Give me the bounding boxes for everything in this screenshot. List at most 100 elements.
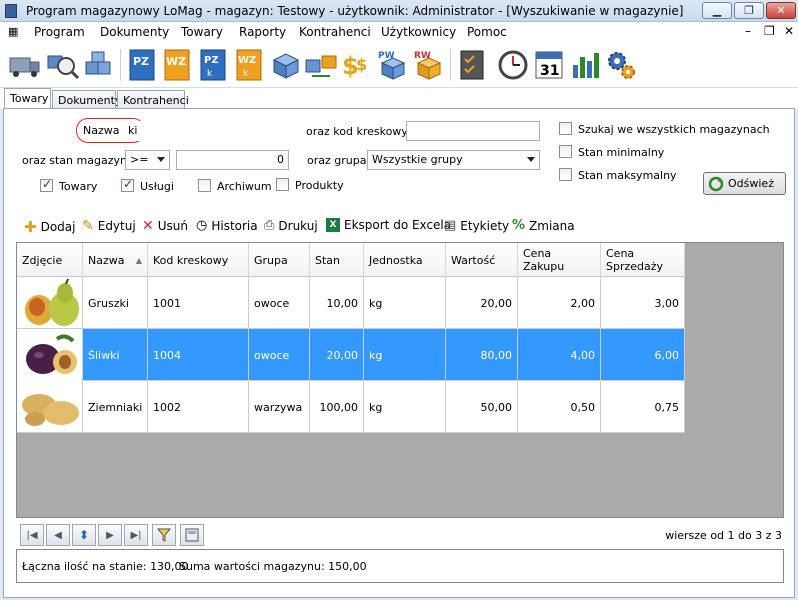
barcode-input[interactable] [406,121,540,141]
column-header-jednostka[interactable]: Jednostka [364,243,446,277]
column-header-stan[interactable]: Stan [310,243,364,277]
tab-towary[interactable]: Towary [4,88,51,109]
column-header-kod[interactable]: Kod kreskowy [148,243,249,277]
wz-label: WZ [166,55,186,68]
wz-document-icon[interactable]: WZ [160,47,194,83]
next-page-button[interactable]: ▶ [98,524,122,546]
cell-unit: kg [364,277,446,329]
chevron-down-icon [157,157,165,162]
menu-dokumenty[interactable]: Dokumenty [100,25,169,39]
column-header-cena-zakupu[interactable]: Cena Zakupu [518,243,601,277]
mdi-close-icon[interactable]: ✕ [784,24,794,38]
checkbox-all-warehouses-label: Szukaj we wszystkich magazynach [578,123,770,136]
column-header-wartosc[interactable]: Wartość [446,243,518,277]
checkbox-all-warehouses[interactable] [559,122,572,135]
app-icon [5,4,17,18]
checkbox-archiwum[interactable] [198,179,211,192]
menu-towary[interactable]: Towary [181,25,223,39]
boxes-icon[interactable] [82,47,116,83]
mdi-minimize-icon[interactable]: – [745,24,751,38]
checkbox-towary[interactable] [40,177,53,192]
bar-chart-icon[interactable] [568,47,602,83]
column-header-cena-sprzedazy[interactable]: Cena Sprzedaży [601,243,685,277]
edit-button[interactable]: ✎ Edytuj [82,218,136,234]
menu-pomoc[interactable]: Pomoc [467,25,507,39]
stock-operator-select[interactable]: >= [125,150,170,170]
calendar-icon[interactable]: 31 [532,47,566,83]
clock-icon[interactable] [496,47,530,83]
export-excel-button[interactable]: X Eksport do Excela [326,218,451,232]
labels-button[interactable]: ▤ Etykiety [444,218,509,233]
pw-document-icon[interactable]: PW [376,47,410,83]
table-row-selected[interactable]: Śliwki 1004 owoce 20,00 kg 80,00 4,00 6,… [17,329,685,381]
print-button[interactable]: ⎙ Drukuj [264,218,318,233]
column-header-nazwa-label: Nazwa [88,253,125,267]
checkbox-towary-label: Towary [59,180,98,193]
mdi-app-icon[interactable]: ▦ [8,25,22,39]
menu-raporty[interactable]: Raporty [239,25,286,39]
first-page-button[interactable]: |◀ [20,524,44,546]
checkbox-produkty[interactable] [276,178,289,191]
refresh-button[interactable]: Odśwież [703,172,786,195]
tab-dokumenty[interactable]: Dokumenty [52,90,121,109]
table-row[interactable]: Gruszki 1001 owoce 10,00 kg 20,00 2,00 3… [17,277,685,329]
prev-page-button[interactable]: ◀ [46,524,70,546]
toolbar-separator [450,49,451,81]
table-row[interactable]: Ziemniaki 1002 warzywa 100,00 kg 50,00 0… [17,381,685,433]
checkbox-stan-minimalny[interactable] [559,145,572,158]
transfer-icon[interactable] [304,47,338,83]
minimize-button[interactable]: ▁ [702,2,732,19]
mdi-restore-icon[interactable]: ❐ [764,24,775,38]
plus-icon: ✚ [24,218,37,236]
checkbox-stan-maksymalny[interactable] [559,168,572,181]
settings-gears-icon[interactable] [604,47,638,83]
grid-header: Zdjęcie Nazwa ▲ Kod kreskowy Grupa Stan J… [17,243,685,277]
cell-value: 80,00 [446,329,518,381]
export-excel-label: Eksport do Excela [344,218,452,232]
pz-k-document-icon[interactable]: PZ k [196,47,230,83]
search-magnifier-icon[interactable] [46,47,80,83]
menu-uzytkownicy[interactable]: Użytkownicy [381,25,456,39]
edit-label: Edytuj [97,219,136,233]
percent-icon: % [512,218,526,233]
checkbox-stan-minimalny-label: Stan minimalny [578,146,665,159]
cell-name: Ziemniaki [83,381,148,433]
pz-document-icon[interactable]: PZ [125,47,159,83]
add-label: Dodaj [40,220,76,234]
stock-value-input[interactable]: 0 [176,150,289,170]
add-button[interactable]: ✚ Dodaj [24,218,75,236]
box-icon[interactable] [268,47,302,83]
column-header-nazwa[interactable]: Nazwa ▲ [83,243,148,277]
close-button[interactable]: ✕ [766,2,796,19]
wz-k-document-icon[interactable]: WZ k [232,47,266,83]
truck-icon[interactable] [8,47,42,83]
checkbox-uslugi[interactable] [121,177,134,192]
svg-text:$: $ [356,55,367,74]
maximize-button[interactable]: ❐ [734,2,764,19]
menu-kontrahenci[interactable]: Kontrahenci [299,25,371,39]
delete-button[interactable]: ✕ Usuń [142,218,188,234]
change-button[interactable]: % Zmiana [512,218,575,233]
checklist-icon[interactable] [455,47,489,83]
money-icon[interactable]: $ $ [340,47,374,83]
pzk-k-label: k [207,69,213,79]
history-button[interactable]: ◷ Historia [196,218,258,233]
expand-button[interactable]: ⬍ [72,524,96,546]
tab-kontrahenci[interactable]: Kontrahenci [117,90,189,109]
cell-stock: 100,00 [310,381,364,433]
column-header-grupa[interactable]: Grupa [249,243,310,277]
pz-label: PZ [133,55,149,68]
group-select[interactable]: Wszystkie grupy [367,150,540,170]
last-page-button[interactable]: ▶| [124,524,148,546]
cell-code: 1001 [148,277,249,329]
calculator-button[interactable] [180,524,204,546]
delete-label: Usuń [157,219,188,233]
name-label: Nazwa [83,124,120,137]
column-header-zdjecie[interactable]: Zdjęcie [17,243,83,277]
last-page-icon: ▶| [130,529,142,541]
row-image-cell [17,329,83,381]
name-input[interactable]: ki [124,121,290,141]
menu-program[interactable]: Program [34,25,85,39]
filter-button[interactable] [152,524,176,546]
rw-document-icon[interactable]: RW [412,47,446,83]
